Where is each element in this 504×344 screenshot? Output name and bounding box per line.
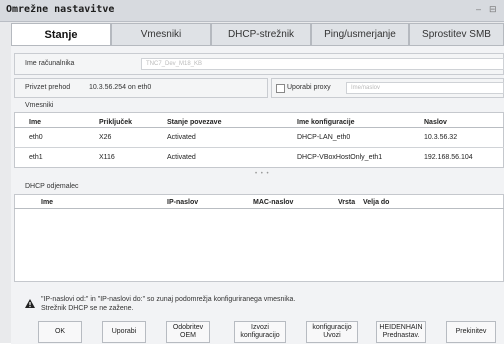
import-config-button[interactable]: konfiguracijo Uvozi [306, 321, 358, 343]
col-dhcp-ime[interactable]: Ime [41, 199, 53, 206]
restore-icon[interactable]: ⊟ [489, 4, 497, 15]
unlock-oem-button-label: Odobritev OEM [172, 324, 204, 339]
status-panel: Ime računalnika TNC7_Dev_M18_KB Privzet … [11, 45, 504, 344]
col-ime[interactable]: Ime [29, 119, 41, 126]
col-dhcp-vrsta[interactable]: Vrsta [338, 199, 355, 206]
title-bar: Omrežne nastavitve – ⊟ [0, 0, 504, 22]
tab-vmesniki[interactable]: Vmesniki [111, 23, 211, 45]
apply-button-label: Uporabi [111, 328, 137, 335]
col-dhcp-velja-do[interactable]: Velja do [363, 199, 389, 206]
minimize-icon[interactable]: – [476, 4, 481, 14]
proxy-address-field[interactable]: Ime/naslov [346, 82, 504, 94]
col-ime-konfiguracije[interactable]: Ime konfiguracije [297, 119, 355, 126]
col-naslov[interactable]: Naslov [424, 119, 447, 126]
interfaces-section-label: Vmesniki [25, 102, 54, 109]
ok-button-label: OK [54, 328, 66, 335]
tab-sprostitev-smb[interactable]: Sprostitev SMB [409, 23, 504, 45]
heidenhain-default-button-label: HEIDENHAIN Prednastav. [379, 324, 423, 339]
col-prikljucek[interactable]: Priključek [99, 119, 132, 126]
heidenhain-default-button[interactable]: HEIDENHAIN Prednastav. [376, 321, 426, 343]
window-title: Omrežne nastavitve [6, 4, 115, 15]
row-1-ime: eth1 [29, 154, 43, 161]
proxy-checkbox[interactable] [276, 84, 285, 93]
row-1-konfiguracija: DHCP-VBoxHostOnly_eth1 [297, 154, 383, 161]
cancel-button-label: Prekinitev [455, 328, 487, 335]
apply-button[interactable]: Uporabi [102, 321, 146, 343]
cancel-button[interactable]: Prekinitev [446, 321, 496, 343]
header-divider [14, 127, 504, 128]
export-config-button[interactable]: Izvozi konfiguracijo [234, 321, 286, 343]
warning-line-1: "IP-naslovi od:" in "IP-naslovi do:" so … [41, 296, 296, 303]
computer-name-label: Ime računalnika [25, 60, 75, 67]
warning-icon [25, 299, 35, 308]
row-1-naslov: 192.168.56.104 [424, 154, 473, 161]
row-0-stanje: Activated [167, 134, 196, 141]
dhcp-header-divider [14, 208, 504, 209]
row-1-prikljucek: X116 [99, 154, 115, 161]
tab-ping-usmerjanje[interactable]: Ping/usmerjanje [311, 23, 409, 45]
gateway-value: 10.3.56.254 on eth0 [89, 84, 152, 91]
tab-stanje[interactable]: Stanje [11, 23, 111, 46]
dhcp-section-label: DHCP odjemalec [25, 183, 79, 190]
row-0-naslov: 10.3.56.32 [424, 134, 458, 141]
row-0-konfiguracija: DHCP-LAN_eth0 [297, 134, 351, 141]
col-dhcp-ip[interactable]: IP-naslov [167, 199, 198, 206]
computer-name-field: TNC7_Dev_M18_KB [141, 58, 504, 70]
warning-line-2: Strežnik DHCP se ne zažene. [41, 305, 134, 312]
ok-button[interactable]: OK [38, 321, 82, 343]
tab-dhcp-streznik[interactable]: DHCP-strežnik [211, 23, 311, 45]
export-config-button-label: Izvozi konfiguracijo [240, 324, 280, 339]
row-0-prikljucek: X26 [99, 134, 112, 141]
row-divider [14, 147, 504, 148]
col-stanje-povezave[interactable]: Stanje povezave [167, 119, 221, 126]
unlock-oem-button[interactable]: Odobritev OEM [166, 321, 210, 343]
proxy-label: Uporabi proxy [287, 84, 331, 91]
network-settings-window: Omrežne nastavitve – ⊟ Stanje Vmesniki D… [0, 0, 504, 344]
splitter-handle[interactable]: • • • [255, 171, 270, 177]
tab-bar: Stanje Vmesniki DHCP-strežnik Ping/usmer… [11, 23, 504, 46]
gateway-label: Privzet prehod [25, 84, 71, 91]
col-dhcp-mac[interactable]: MAC-naslov [253, 199, 293, 206]
import-config-button-label: konfiguracijo Uvozi [312, 324, 352, 339]
row-0-ime: eth0 [29, 134, 43, 141]
row-1-stanje: Activated [167, 154, 196, 161]
